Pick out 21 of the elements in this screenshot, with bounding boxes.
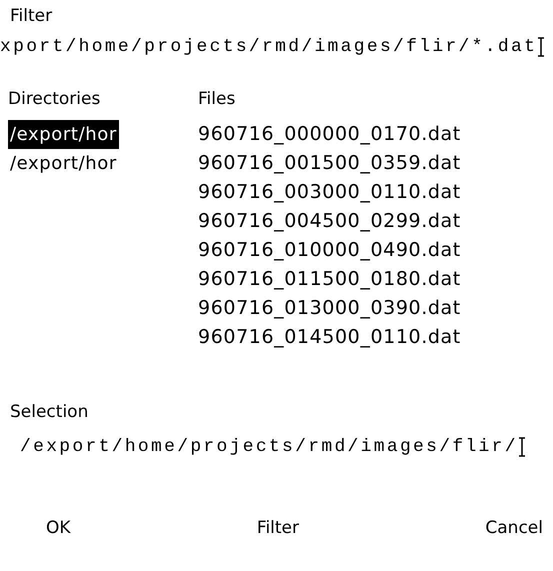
filter-button[interactable]: Filter	[256, 518, 300, 538]
cancel-button[interactable]: Cancel	[485, 518, 543, 538]
filter-field[interactable]: xport/home/projects/rmd/images/flir/*.dat	[0, 34, 538, 60]
file-item[interactable]: 960716_013000_0390.dat	[196, 294, 463, 323]
file-item[interactable]: 960716_010000_0490.dat	[196, 236, 463, 265]
text-cursor-icon	[518, 436, 526, 458]
selection-field[interactable]: /export/home/projects/rmd/images/flir/	[0, 434, 518, 460]
file-item[interactable]: 960716_001500_0359.dat	[196, 149, 463, 178]
file-item[interactable]: 960716_003000_0110.dat	[196, 178, 463, 207]
file-item[interactable]: 960716_004500_0299.dat	[196, 207, 463, 236]
file-item[interactable]: 960716_000000_0170.dat	[196, 120, 463, 149]
text-cursor-icon	[537, 36, 546, 58]
file-item[interactable]: 960716_011500_0180.dat	[196, 265, 463, 294]
filter-label: Filter	[9, 6, 52, 26]
directory-item[interactable]: /export/hor	[8, 120, 119, 149]
selection-label: Selection	[9, 402, 88, 422]
files-label: Files	[198, 88, 236, 110]
ok-button[interactable]: OK	[46, 518, 71, 538]
file-item[interactable]: 960716_014500_0110.dat	[196, 323, 463, 352]
directory-item[interactable]: /export/hor	[8, 149, 119, 178]
directories-label: Directories	[8, 88, 100, 110]
